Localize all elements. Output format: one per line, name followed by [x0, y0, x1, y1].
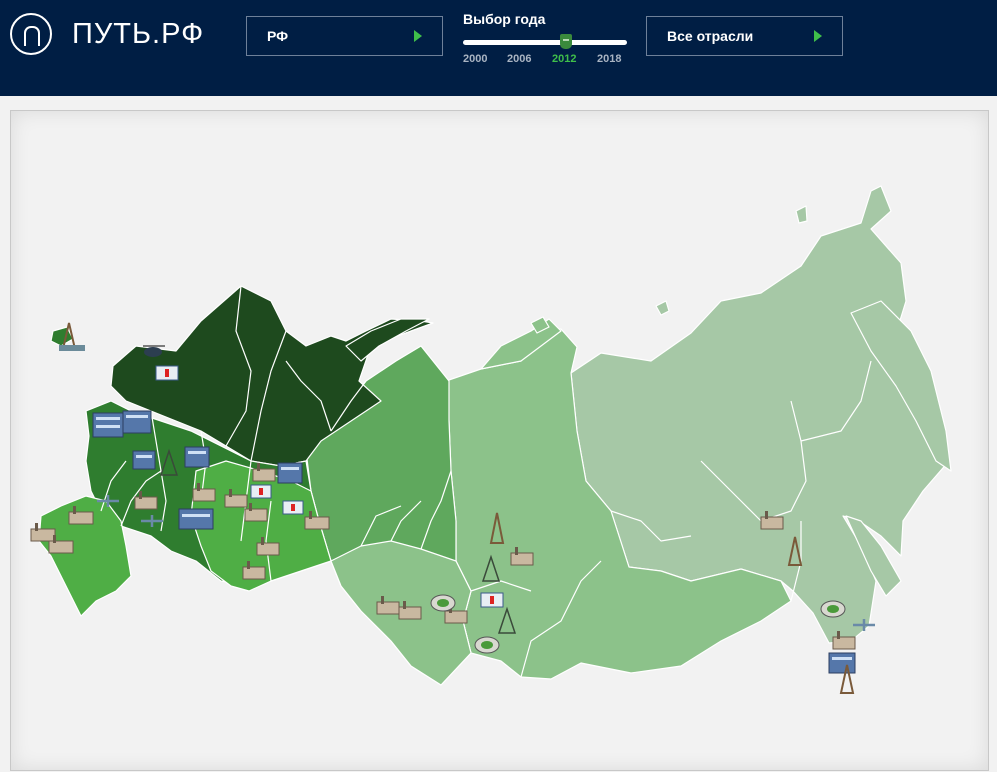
building-icon[interactable] — [828, 652, 856, 674]
building-icon[interactable] — [122, 410, 152, 434]
year-selector: Выбор года 2000 2006 2012 2018 — [463, 11, 628, 65]
year-slider-handle[interactable] — [560, 34, 572, 49]
year-slider-track[interactable] — [463, 40, 627, 45]
play-arrow-icon — [414, 30, 422, 42]
stadium-icon[interactable] — [430, 594, 456, 612]
year-tick[interactable]: 2000 — [463, 53, 487, 65]
ambulance-icon[interactable] — [250, 484, 272, 499]
year-tick[interactable]: 2018 — [597, 53, 621, 65]
year-tick[interactable]: 2006 — [507, 53, 531, 65]
region-selector[interactable]: РФ — [246, 16, 443, 56]
industry-selector[interactable]: Все отрасли — [646, 16, 843, 56]
logo-p-icon — [10, 13, 52, 55]
industry-selector-label: Все отрасли — [667, 28, 754, 44]
building-icon[interactable] — [184, 446, 210, 468]
building-icon[interactable] — [92, 412, 124, 438]
top-header: ПУТЬ.РФ РФ Выбор года 2000 2006 2012 201… — [0, 0, 997, 96]
ambulance-icon[interactable] — [155, 365, 179, 381]
play-arrow-icon — [814, 30, 822, 42]
region-islands — [795, 205, 808, 224]
ambulance-icon[interactable] — [282, 500, 304, 515]
ambulance-icon[interactable] — [480, 592, 504, 608]
building-icon[interactable] — [132, 450, 156, 470]
map-panel — [10, 110, 989, 771]
year-tick-selected[interactable]: 2012 — [552, 53, 576, 65]
stadium-icon[interactable] — [820, 600, 846, 618]
stadium-icon[interactable] — [474, 636, 500, 654]
building-icon[interactable] — [277, 462, 303, 484]
region-islands — [655, 300, 670, 316]
logo[interactable]: ПУТЬ.РФ — [10, 13, 204, 55]
logo-text: ПУТЬ.РФ — [72, 17, 205, 50]
building-icon[interactable] — [178, 508, 214, 530]
year-selector-title: Выбор года — [463, 11, 546, 27]
russia-map[interactable] — [11, 111, 990, 772]
region-selector-label: РФ — [267, 28, 289, 44]
